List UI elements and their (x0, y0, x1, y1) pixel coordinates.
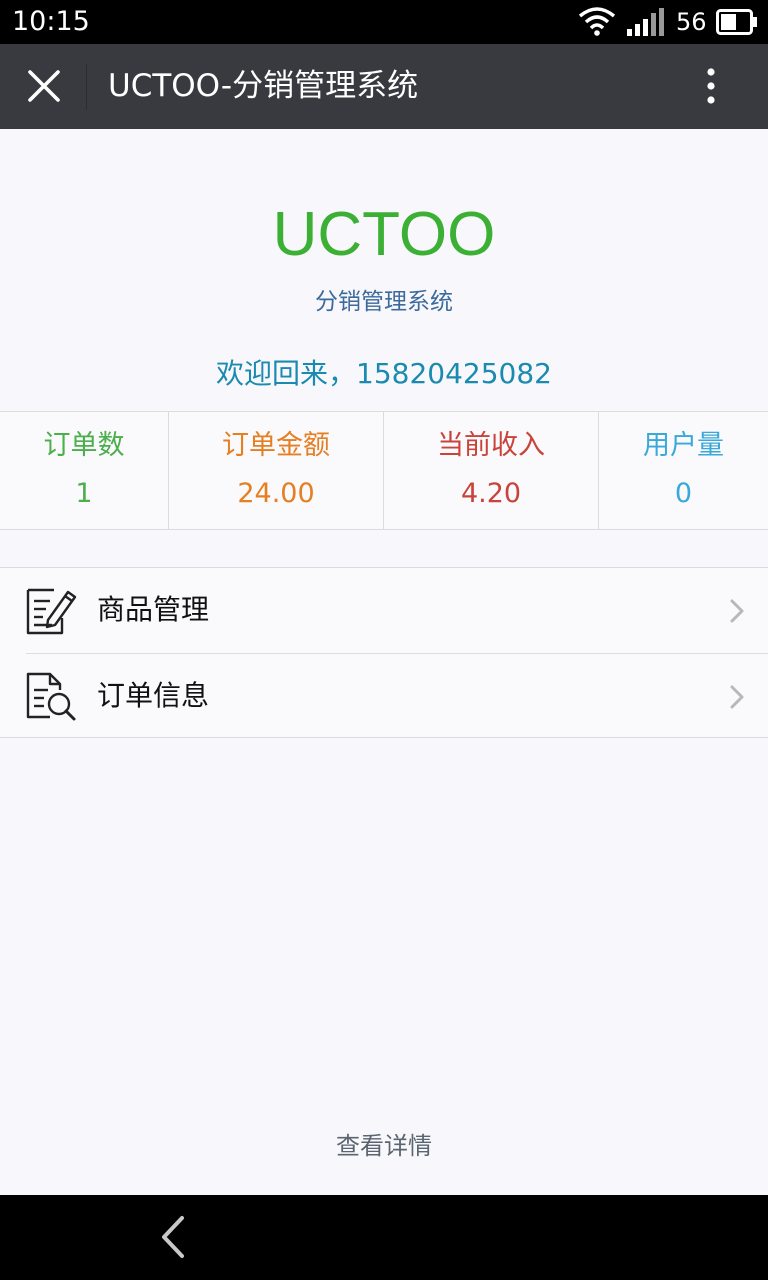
brand-title: UCTOO (272, 200, 496, 269)
signal-icon (627, 8, 664, 36)
stat-label: 当前收入 (437, 430, 545, 461)
brand-subtitle: 分销管理系统 (315, 289, 453, 315)
stat-current-income: 当前收入 4.20 (384, 412, 598, 530)
stat-value: 24.00 (237, 478, 315, 509)
stat-order-count: 订单数 1 (0, 412, 168, 530)
search-document-icon (26, 672, 76, 721)
menu-item-product-management[interactable]: 商品管理 (0, 568, 768, 654)
navigation-bar (0, 1195, 768, 1280)
stats-panel: 订单数 1 订单金额 24.00 当前收入 4.20 用户量 0 (0, 411, 768, 530)
battery-icon (716, 9, 757, 35)
menu-item-label: 商品管理 (97, 593, 210, 626)
stat-label: 用户量 (643, 430, 724, 461)
stat-value: 1 (75, 478, 93, 509)
battery-level: 56 (676, 8, 707, 36)
status-time: 10:15 (12, 6, 90, 37)
status-bar: 10:15 56 (0, 0, 768, 44)
stat-label: 订单数 (43, 430, 125, 461)
close-icon[interactable] (16, 58, 72, 114)
stat-value: 4.20 (460, 478, 522, 509)
menu-item-order-info[interactable]: 订单信息 (0, 654, 768, 739)
edit-document-icon (26, 588, 77, 635)
stat-label: 订单金额 (222, 430, 330, 461)
chevron-right-icon (730, 599, 744, 623)
stat-user-count: 用户量 0 (599, 412, 768, 530)
view-details-link[interactable]: 查看详情 (0, 1128, 768, 1164)
more-vertical-icon[interactable] (690, 58, 732, 114)
welcome-message: 欢迎回来，15820425082 (216, 357, 552, 390)
page-title: UCTOO-分销管理系统 (108, 68, 419, 104)
title-bar: UCTOO-分销管理系统 (0, 44, 768, 129)
menu-item-label: 订单信息 (97, 679, 210, 712)
chevron-right-icon (730, 685, 744, 709)
wifi-icon (578, 7, 616, 36)
title-divider (86, 64, 87, 110)
stat-value: 0 (674, 478, 693, 509)
menu-list: 商品管理 订单信息 (0, 567, 768, 738)
back-icon[interactable] (150, 1213, 198, 1261)
stat-order-amount: 订单金额 24.00 (169, 412, 383, 530)
